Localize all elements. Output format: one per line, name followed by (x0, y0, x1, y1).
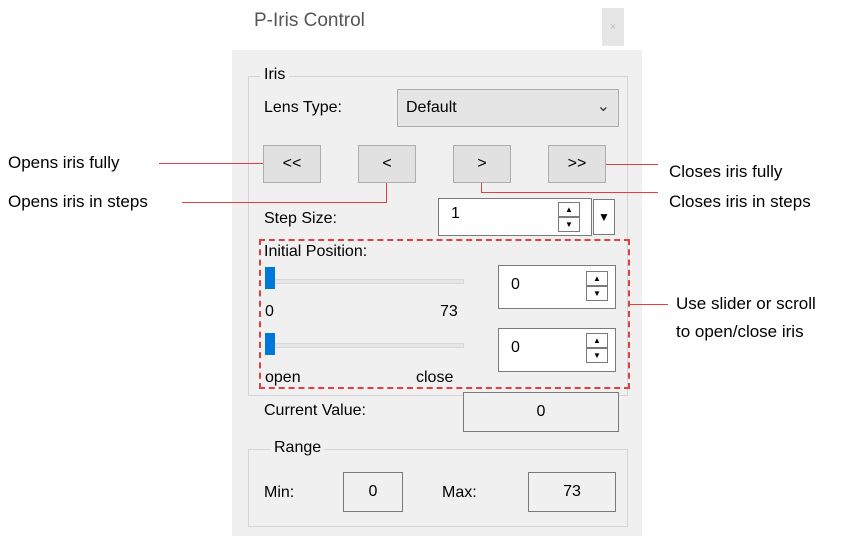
annotation-close-fully: Closes iris fully (669, 162, 783, 181)
range-min-label: Min: (264, 484, 295, 501)
annotation-slider-line2: to open/close iris (676, 322, 804, 341)
annotation-line-close-steps (481, 192, 658, 193)
annotation-line-open-steps-vertical (386, 183, 387, 203)
open-fully-button[interactable]: << (263, 145, 321, 183)
range-max-field: 73 (528, 472, 616, 512)
annotation-line-close-fully (606, 164, 658, 165)
iris-group-label: Iris (260, 66, 290, 84)
step-size-dropdown-button[interactable]: ▼ (593, 199, 615, 235)
lens-type-value: Default (406, 99, 457, 116)
close-fully-button[interactable]: >> (548, 145, 606, 183)
annotation-slider-line1: Use slider or scroll (676, 294, 816, 313)
chevron-down-icon: ⌄ (596, 98, 610, 115)
slider-highlight-box (259, 239, 630, 389)
annotation-line-open-steps (182, 202, 386, 203)
lens-type-label: Lens Type: (264, 99, 342, 116)
close-button[interactable]: × (602, 8, 624, 46)
range-group-label: Range (270, 439, 326, 457)
current-value-field: 0 (463, 392, 619, 432)
annotation-open-steps: Opens iris in steps (8, 192, 148, 211)
annotation-line-slider (630, 304, 668, 305)
current-value-label: Current Value: (264, 402, 366, 419)
annotation-line-close-steps-vertical (481, 183, 482, 193)
annotation-open-fully: Opens iris fully (8, 153, 120, 172)
triangle-up-icon[interactable]: ▲ (558, 202, 580, 217)
step-size-label: Step Size: (264, 210, 337, 227)
range-min-field: 0 (343, 472, 403, 512)
triangle-down-icon[interactable]: ▼ (558, 217, 580, 232)
close-step-button[interactable]: > (453, 145, 511, 183)
lens-type-select[interactable]: Default ⌄ (397, 89, 619, 127)
step-size-value: 1 (451, 205, 460, 222)
annotation-close-steps: Closes iris in steps (669, 192, 811, 211)
open-step-button[interactable]: < (358, 145, 416, 183)
window-title: P-Iris Control (254, 10, 365, 31)
annotation-line-open-fully (159, 163, 263, 164)
range-max-label: Max: (442, 484, 477, 501)
